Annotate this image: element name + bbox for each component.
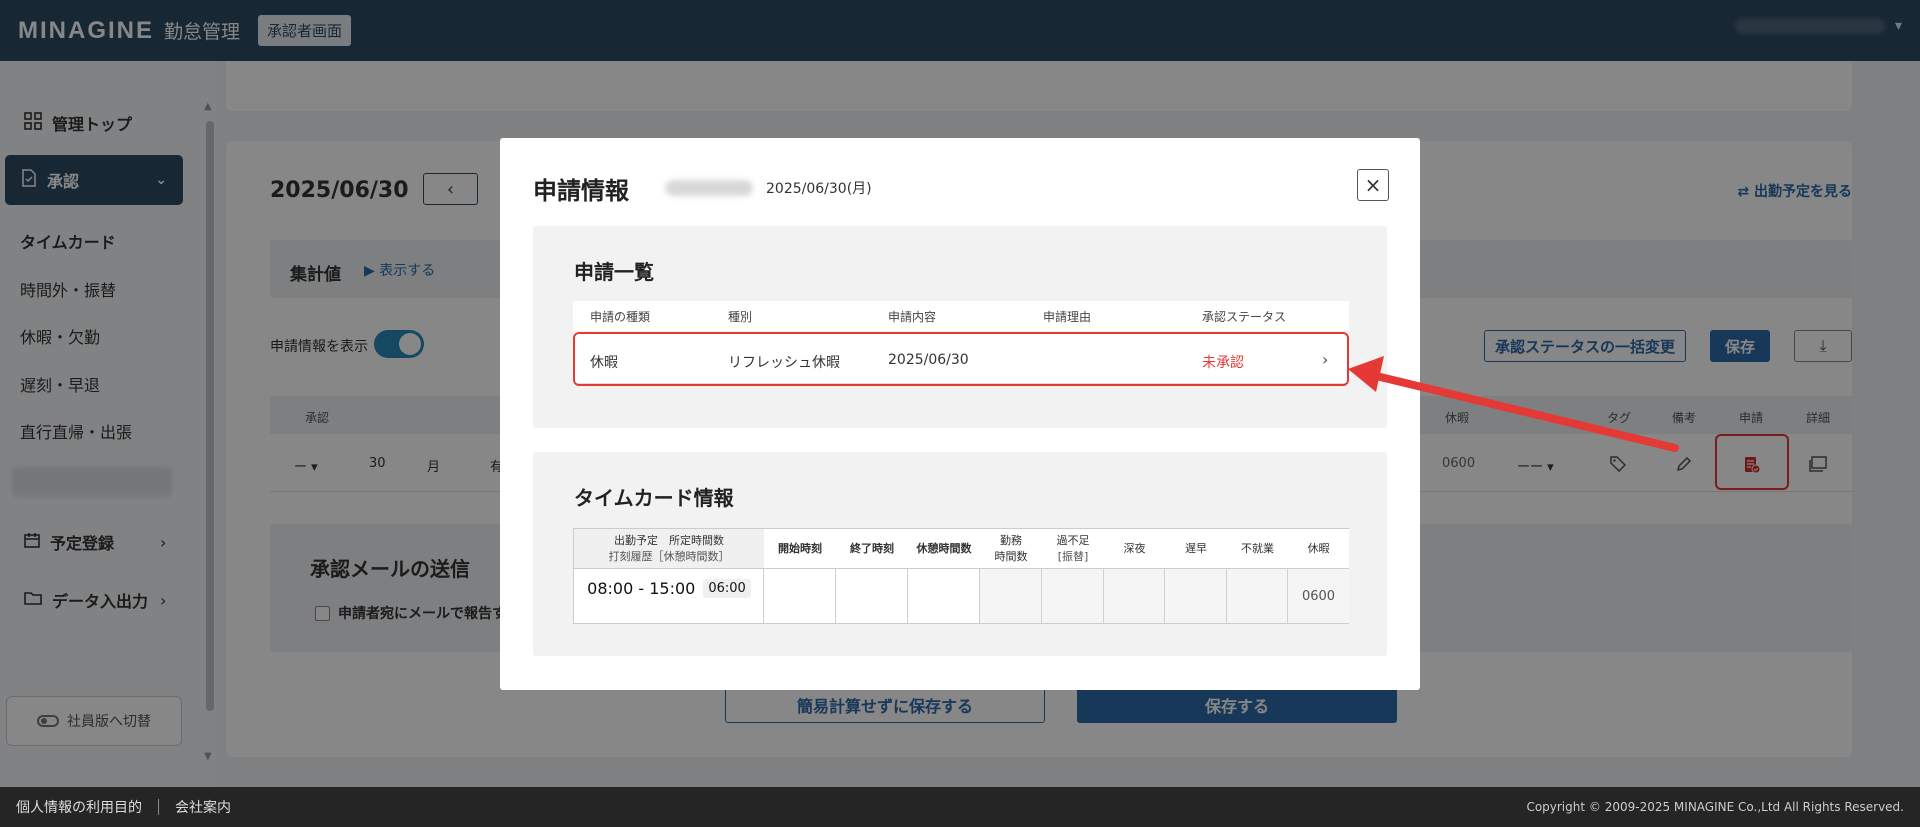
timecard-info-title: タイムカード情報 — [574, 486, 734, 510]
copyright: Copyright © 2009-2025 MINAGINE Co.,Ltd A… — [1526, 800, 1904, 814]
request-list-panel: 申請一覧 申請の種類 種別 申請内容 申請理由 承認ステータス 休暇 リフレッシ… — [533, 226, 1387, 428]
schedule-cell: 08:00 - 15:00 06:00 — [574, 569, 764, 623]
modal-date: 2025/06/30(月) — [766, 181, 872, 197]
close-icon: × — [1364, 173, 1382, 197]
over-header-line2: [振替] — [1057, 549, 1089, 563]
leave-header-label: 休暇 — [1307, 541, 1330, 555]
request-list-title: 申請一覧 — [574, 260, 654, 284]
leave-cell: 0600 — [1301, 588, 1336, 604]
modal-title: 申請情報 — [533, 177, 629, 205]
footer-divider — [158, 799, 159, 815]
close-button[interactable]: × — [1357, 169, 1389, 201]
col-content: 申請内容 — [888, 310, 937, 324]
leave-header: 休暇 — [1288, 529, 1349, 569]
employee-name-redacted — [665, 180, 753, 196]
request-info-modal: 申請情報 2025/06/30(月) × 申請一覧 申請の種類 種別 申請内容 … — [500, 138, 1420, 690]
col-request-type: 申請の種類 — [590, 310, 651, 324]
company-link[interactable]: 会社案内 — [175, 797, 231, 817]
schedule-hours: 06:00 — [703, 579, 751, 598]
schedule-header-line2: 打刻履歴［休憩時間数］ — [608, 549, 730, 563]
schedule-header: 出勤予定 所定時間数 打刻履歴［休憩時間数］ — [574, 529, 764, 569]
absent-header: 不就業 — [1227, 529, 1288, 569]
timecard-table: 出勤予定 所定時間数 打刻履歴［休憩時間数］ 開始時刻 終了時刻 休憩時間数 勤… — [573, 528, 1349, 624]
end-header: 終了時刻 — [836, 529, 908, 569]
footer: 個人情報の利用目的 会社案内 Copyright © 2009-2025 MIN… — [0, 787, 1920, 827]
absent-header-label: 不就業 — [1241, 541, 1274, 555]
over-header-line1: 過不足 — [1056, 534, 1090, 548]
timecard-info-panel: タイムカード情報 出勤予定 所定時間数 打刻履歴［休憩時間数］ 開始時刻 終了時… — [533, 452, 1387, 656]
work-header-line2: 時間数 — [994, 549, 1028, 563]
end-header-label: 終了時刻 — [850, 541, 894, 555]
night-header-label: 深夜 — [1123, 541, 1146, 555]
late-header: 遅早 — [1165, 529, 1227, 569]
break-header-label: 休憩時間数 — [916, 541, 972, 555]
over-header: 過不足 [振替] — [1042, 529, 1104, 569]
break-header: 休憩時間数 — [908, 529, 980, 569]
privacy-link[interactable]: 個人情報の利用目的 — [16, 797, 142, 817]
schedule-header-line1: 出勤予定 所定時間数 — [614, 534, 724, 548]
start-header: 開始時刻 — [764, 529, 836, 569]
request-row-highlight — [573, 332, 1349, 386]
work-header-line1: 勤務 — [1000, 534, 1022, 548]
col-status: 承認ステータス — [1202, 310, 1287, 324]
late-header-label: 遅早 — [1185, 541, 1207, 555]
schedule-time: 08:00 - 15:00 — [587, 579, 696, 598]
start-header-label: 開始時刻 — [778, 541, 822, 555]
col-kind: 種別 — [728, 310, 753, 324]
work-header: 勤務 時間数 — [980, 529, 1042, 569]
col-reason: 申請理由 — [1043, 310, 1092, 324]
night-header: 深夜 — [1104, 529, 1165, 569]
